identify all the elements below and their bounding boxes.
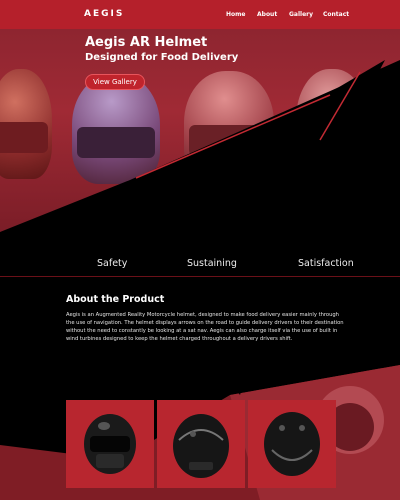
top-nav: AEGIS Home About Gallery Contact — [0, 0, 400, 29]
view-gallery-button[interactable]: View Gallery — [85, 74, 145, 90]
hero-title: Aegis AR Helmet — [85, 35, 208, 50]
brand-logo[interactable]: AEGIS — [84, 9, 124, 19]
hero-subtitle: Designed for Food Delivery — [85, 52, 239, 63]
hero-diagonal-overlay — [0, 60, 400, 240]
nav-link-gallery[interactable]: Gallery — [289, 11, 313, 18]
nav-link-about[interactable]: About — [257, 11, 277, 18]
page: AEGIS Home About Gallery Contact Aegis A… — [0, 0, 400, 500]
nav-link-contact[interactable]: Contact — [323, 11, 349, 18]
nav-link-home[interactable]: Home — [226, 11, 245, 18]
